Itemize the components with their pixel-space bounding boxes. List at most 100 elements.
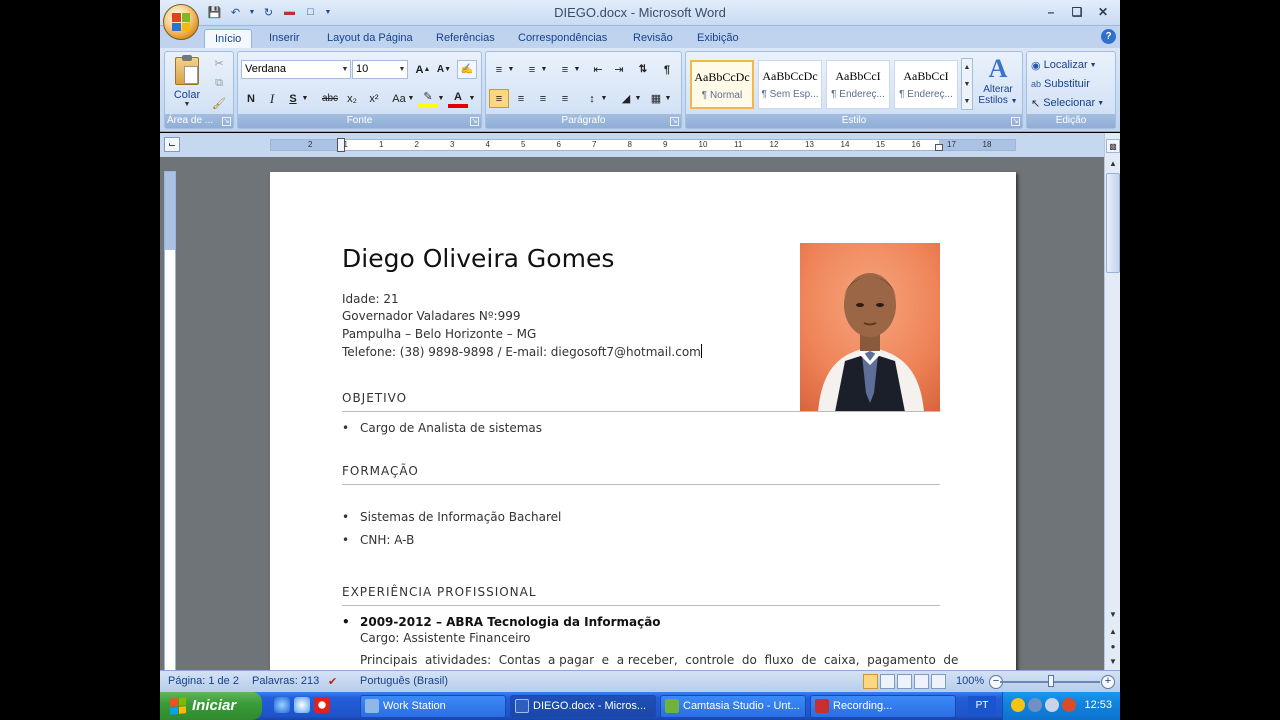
tab-exibicao[interactable]: Exibição [687, 29, 749, 48]
style-endereco-2[interactable]: AaBbCcI ¶ Endereç... [894, 60, 958, 109]
grow-font-icon[interactable]: A ▲ [413, 60, 433, 79]
styles-launcher-icon[interactable]: ↘ [1011, 117, 1020, 126]
network-icon[interactable] [1028, 698, 1042, 712]
tab-correspondencias[interactable]: Correspondências [508, 29, 617, 48]
borders-dropdown-icon[interactable]: ▼ [663, 89, 673, 108]
font-name-combo[interactable]: Verdana ▼ [241, 60, 351, 79]
task-word-document[interactable]: DIEGO.docx - Micros... [510, 695, 656, 718]
highlight-icon[interactable]: ✎ [418, 89, 438, 108]
task-work-station[interactable]: Work Station [360, 695, 506, 718]
zoom-in-icon[interactable]: + [1101, 675, 1115, 689]
shield-icon[interactable] [1011, 698, 1025, 712]
volume-icon[interactable] [1045, 698, 1059, 712]
show-formatting-icon[interactable]: ¶ [657, 60, 677, 79]
paragraph-launcher-icon[interactable]: ↘ [670, 117, 679, 126]
language-status[interactable]: Português (Brasil) [360, 675, 448, 687]
browser-icon[interactable] [294, 697, 310, 713]
tab-inicio[interactable]: Início [204, 29, 253, 48]
style-endereco-1[interactable]: AaBbCcI ¶ Endereç... [826, 60, 890, 109]
proofing-icon[interactable]: ✔ [328, 675, 337, 688]
minimize-icon[interactable]: – [1040, 3, 1062, 21]
clipboard-launcher-icon[interactable]: ↘ [222, 117, 231, 126]
justify-icon[interactable]: ≡ [555, 89, 575, 108]
right-indent-marker-icon[interactable] [935, 144, 943, 151]
style-sem-espacamento[interactable]: AaBbCcDc ¶ Sem Esp... [758, 60, 822, 109]
horizontal-ruler[interactable]: 2 1 1 2 3 4 5 6 7 8 9 10 11 12 13 14 15 16 17 18 [270, 138, 1016, 152]
paste-button[interactable]: Colar ▼ [168, 55, 206, 115]
help-icon[interactable]: ? [1101, 29, 1116, 44]
vertical-ruler[interactable] [164, 171, 176, 670]
font-color-dropdown-icon[interactable]: ▼ [467, 89, 477, 108]
task-camtasia[interactable]: Camtasia Studio - Unt... [660, 695, 806, 718]
strikethrough-button[interactable]: abc [317, 89, 343, 108]
profile-photo[interactable] [800, 243, 940, 412]
next-page-icon[interactable]: ▼ [1106, 655, 1120, 669]
internet-explorer-icon[interactable] [274, 697, 290, 713]
zoom-level[interactable]: 100% [956, 675, 984, 687]
numbering-dropdown-icon[interactable]: ▼ [539, 60, 549, 79]
start-button[interactable]: Iniciar [160, 692, 262, 720]
scroll-up-icon[interactable]: ▲ [1106, 157, 1120, 171]
previous-page-icon[interactable]: ▲ [1106, 625, 1120, 639]
page[interactable]: Diego Oliveira Gomes Idade: 21 Governado… [270, 172, 1016, 670]
replace-button[interactable]: ab Substituir [1031, 74, 1090, 94]
full-screen-view-icon[interactable] [880, 674, 895, 689]
font-color-icon[interactable]: A [448, 89, 468, 108]
align-right-icon[interactable]: ≡ [533, 89, 553, 108]
vertical-scrollbar[interactable]: ▩ ▲ ▼ ▲ ● ▼ [1104, 133, 1120, 670]
language-indicator[interactable]: PT [968, 696, 996, 716]
font-size-combo[interactable]: 10 ▼ [352, 60, 408, 79]
find-button[interactable]: ◉ Localizar ▼ [1031, 55, 1097, 75]
close-icon[interactable]: ✕ [1092, 3, 1114, 21]
bold-button[interactable]: N [241, 89, 261, 108]
tab-inserir[interactable]: Inserir [259, 29, 310, 48]
shading-dropdown-icon[interactable]: ▼ [633, 89, 643, 108]
italic-button[interactable]: I [262, 89, 282, 108]
copy-icon[interactable]: ⧉ [209, 74, 229, 93]
align-left-icon[interactable]: ≡ [489, 89, 509, 108]
line-spacing-dropdown-icon[interactable]: ▼ [599, 89, 609, 108]
tab-layout-da-pagina[interactable]: Layout da Página [317, 29, 423, 48]
highlight-dropdown-icon[interactable]: ▼ [436, 89, 446, 108]
increase-indent-icon[interactable]: ⇥ [609, 60, 629, 79]
cut-icon[interactable]: ✂ [209, 54, 229, 73]
format-painter-icon[interactable]: 🖌 [209, 94, 229, 113]
office-button[interactable] [163, 4, 199, 40]
web-layout-view-icon[interactable] [897, 674, 912, 689]
subscript-button[interactable]: x₂ [342, 89, 362, 108]
decrease-indent-icon[interactable]: ⇤ [588, 60, 608, 79]
sort-icon[interactable]: ⇅ [633, 60, 653, 79]
styles-scroll[interactable]: ▲ ▼ ▼ [961, 58, 973, 110]
select-button[interactable]: ↖ Selecionar ▼ [1031, 93, 1104, 113]
underline-dropdown-icon[interactable]: ▼ [300, 89, 310, 108]
browse-object-icon[interactable]: ● [1106, 640, 1120, 654]
scroll-down-icon[interactable]: ▼ [1106, 608, 1120, 622]
tab-revisao[interactable]: Revisão [623, 29, 683, 48]
change-styles-icon: A [988, 54, 1008, 83]
restore-icon[interactable]: ❏ [1066, 3, 1088, 21]
align-center-icon[interactable]: ≡ [511, 89, 531, 108]
clear-formatting-icon[interactable]: ✍ [457, 60, 477, 79]
opera-icon[interactable] [314, 697, 330, 713]
multilevel-dropdown-icon[interactable]: ▼ [572, 60, 582, 79]
print-layout-view-icon[interactable] [863, 674, 878, 689]
draft-view-icon[interactable] [931, 674, 946, 689]
change-case-dropdown-icon[interactable]: ▼ [406, 89, 416, 108]
zoom-slider-thumb[interactable] [1048, 675, 1054, 687]
task-recording[interactable]: Recording... [810, 695, 956, 718]
scroll-thumb[interactable] [1106, 173, 1120, 273]
tab-selector-icon[interactable]: ⌙ [164, 137, 180, 152]
word-count[interactable]: Palavras: 213 [252, 675, 319, 687]
tab-referencias[interactable]: Referências [426, 29, 505, 48]
superscript-button[interactable]: x² [364, 89, 384, 108]
bullets-dropdown-icon[interactable]: ▼ [506, 60, 516, 79]
style-normal[interactable]: AaBbCcDc ¶ Normal [690, 60, 754, 109]
clock[interactable]: 12:53 [1084, 699, 1112, 711]
font-launcher-icon[interactable]: ↘ [470, 117, 479, 126]
camtasia-tray-icon[interactable] [1062, 698, 1076, 712]
view-toggle-icon[interactable]: ▩ [1106, 139, 1120, 153]
page-count[interactable]: Página: 1 de 2 [168, 675, 239, 687]
shrink-font-icon[interactable]: A ▼ [434, 60, 454, 79]
outline-view-icon[interactable] [914, 674, 929, 689]
change-styles-button[interactable]: A Alterar Estilos ▼ [976, 54, 1020, 114]
